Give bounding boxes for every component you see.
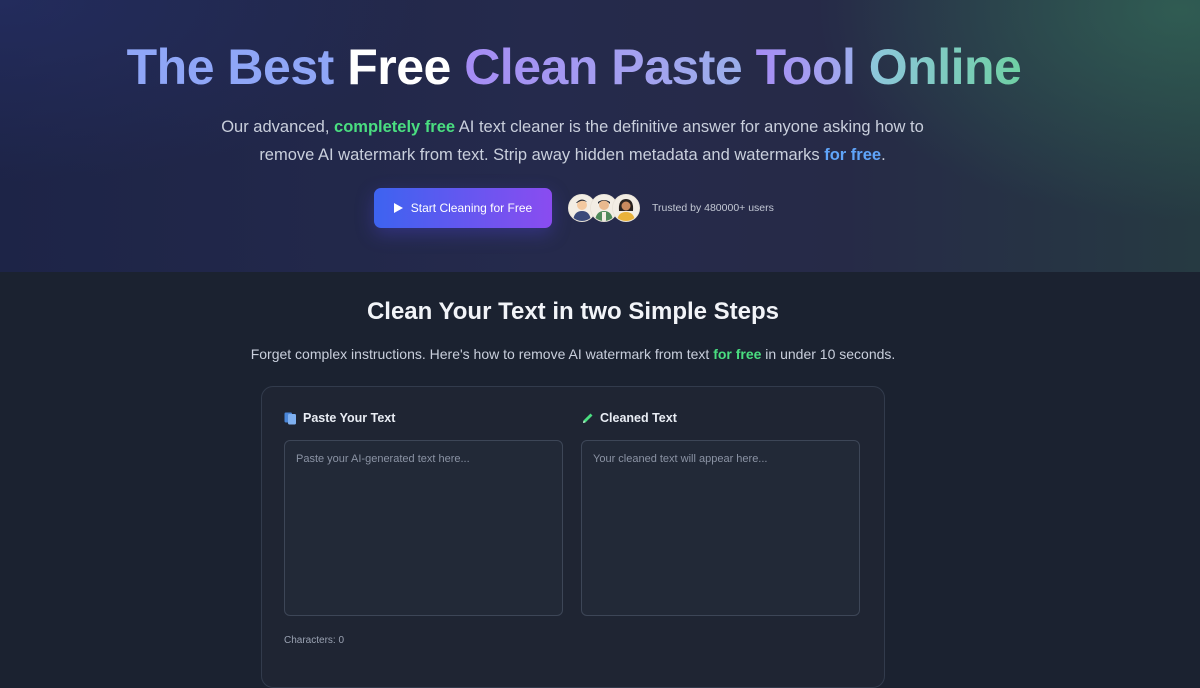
avatar xyxy=(612,194,640,222)
subtitle-text: Our advanced, xyxy=(221,118,335,136)
title-word-tool: Tool xyxy=(755,39,869,95)
hero-subtitle: Our advanced, completely free AI text cl… xyxy=(200,113,945,169)
output-label-text: Cleaned Text xyxy=(600,411,677,425)
title-word-the-best: The Best xyxy=(126,39,348,95)
subtitle-highlight-for-free: for free xyxy=(824,146,882,164)
clipboard-icon xyxy=(284,412,296,425)
steps-subtitle: Forget complex instructions. Here's how … xyxy=(0,346,1146,362)
title-word-free: Free xyxy=(347,39,465,95)
input-label-text: Paste Your Text xyxy=(303,411,396,425)
title-word-online: Online xyxy=(868,39,1022,95)
subtitle-text: . xyxy=(881,146,886,164)
start-cleaning-button[interactable]: Start Cleaning for Free xyxy=(374,188,552,228)
output-pane-label: Cleaned Text xyxy=(581,411,677,425)
subtitle-highlight-completely-free: completely free xyxy=(334,118,456,136)
input-pane-label: Paste Your Text xyxy=(284,411,395,425)
play-icon xyxy=(393,203,403,213)
steps-subtitle-highlight: for free xyxy=(713,346,762,362)
start-cleaning-label: Start Cleaning for Free xyxy=(410,201,533,215)
steps-subtitle-text: Forget complex instructions. Here's how … xyxy=(250,346,714,362)
steps-title: Clean Your Text in two Simple Steps xyxy=(366,298,780,325)
pencil-icon xyxy=(583,413,593,423)
trusted-by-text: Trusted by 480000+ users xyxy=(652,202,774,214)
output-textarea[interactable] xyxy=(581,440,860,616)
steps-subtitle-text: in under 10 seconds. xyxy=(761,346,896,362)
avatar-woman-icon xyxy=(613,195,639,221)
user-avatars xyxy=(568,194,640,222)
title-word-clean-paste: Clean Paste xyxy=(464,39,756,95)
page-title: The Best Free Clean Paste Tool Online xyxy=(0,38,1148,96)
character-count: Characters: 0 xyxy=(284,635,345,646)
input-textarea[interactable] xyxy=(284,440,563,616)
